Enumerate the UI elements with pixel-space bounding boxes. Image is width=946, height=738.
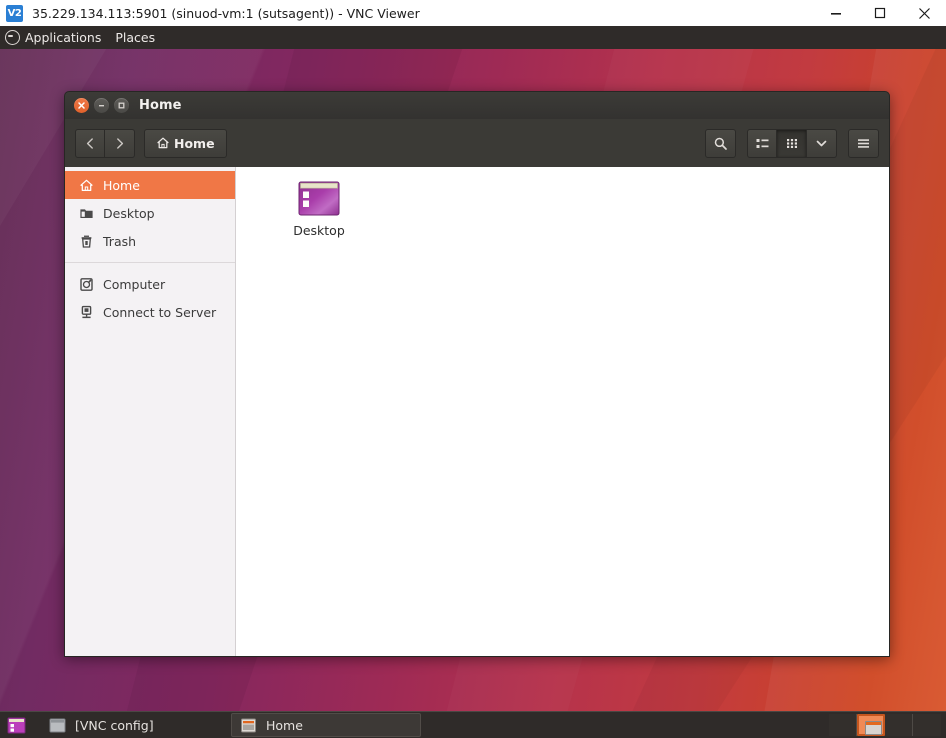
back-button[interactable] [75, 128, 105, 158]
view-options-button[interactable] [807, 128, 837, 158]
window-icon [49, 718, 66, 733]
desktop-folder-icon [297, 181, 341, 217]
sidebar-item-label: Trash [103, 233, 137, 249]
file-manager-titlebar: Home [64, 91, 890, 119]
vnc-viewer-title: 35.229.134.113:5901 (sinuod-vm:1 (sutsag… [32, 5, 420, 21]
list-view-icon [756, 138, 768, 148]
maximize-button[interactable] [858, 0, 902, 26]
vnc-viewer-window: V2 35.229.134.113:5901 (sinuod-vm:1 (sut… [0, 0, 946, 738]
task-button-label: [VNC config] [75, 717, 154, 733]
sidebar: Home Desktop Trash Computer Connect to S… [65, 167, 236, 656]
bottom-panel: [VNC config] Home [0, 711, 946, 738]
sidebar-item-label: Computer [103, 276, 166, 292]
main-menu-button[interactable] [848, 128, 879, 158]
view-mode-buttons [747, 128, 837, 158]
sidebar-item-connect-to-server[interactable]: Connect to Server [65, 298, 235, 326]
home-icon [157, 137, 169, 149]
workspace-4[interactable] [913, 714, 941, 736]
file-manager-icon [240, 718, 257, 733]
file-manager-window: Home Home Home Desktop Trash Computer Co… [64, 91, 890, 657]
minimize-icon [831, 13, 841, 15]
sidebar-divider [65, 262, 235, 263]
show-desktop-icon [7, 717, 25, 733]
breadcrumb-home-label: Home [174, 135, 215, 151]
breadcrumb-home-button[interactable]: Home [144, 128, 227, 158]
sidebar-item-label: Home [103, 177, 140, 193]
vnc-logo-icon: V2 [6, 4, 23, 22]
maximize-icon [118, 102, 125, 109]
grid-view-button[interactable] [777, 128, 807, 158]
close-icon [78, 102, 85, 109]
maximize-icon [874, 7, 886, 19]
top-panel: Applications Places [0, 26, 946, 49]
computer-icon [78, 276, 94, 292]
grid-view-icon [786, 138, 797, 148]
close-icon [918, 7, 930, 19]
search-icon [714, 137, 727, 150]
sidebar-item-home[interactable]: Home [65, 171, 235, 199]
places-menu-label: Places [115, 30, 156, 45]
forward-button[interactable] [105, 128, 135, 158]
workspace-3[interactable] [885, 714, 913, 736]
back-icon [86, 137, 93, 149]
window-close-button[interactable] [74, 98, 89, 113]
task-button-vnc-config[interactable]: [VNC config] [41, 713, 231, 737]
window-maximize-button[interactable] [114, 98, 129, 113]
task-list: [VNC config] Home [41, 712, 829, 738]
task-button-home[interactable]: Home [231, 713, 421, 737]
server-icon [78, 304, 94, 320]
hamburger-menu-icon [858, 138, 869, 148]
workspace-switcher [829, 714, 941, 736]
file-manager-body: Home Desktop Trash Computer Connect to S… [64, 167, 890, 657]
sidebar-item-label: Connect to Server [103, 304, 217, 320]
file-list-area[interactable]: Desktop [236, 167, 889, 656]
workspace-1[interactable] [829, 714, 857, 736]
minimize-icon [99, 105, 104, 107]
task-button-label: Home [266, 717, 303, 733]
workspace-2[interactable] [857, 714, 885, 736]
search-button[interactable] [705, 128, 736, 158]
sidebar-item-computer[interactable]: Computer [65, 270, 235, 298]
sidebar-item-label: Desktop [103, 205, 155, 221]
vnc-window-controls [814, 0, 946, 26]
file-item-label: Desktop [293, 223, 345, 238]
toolbar-right-group [705, 128, 879, 158]
home-icon [78, 177, 94, 193]
vnc-viewer-titlebar: V2 35.229.134.113:5901 (sinuod-vm:1 (sut… [0, 0, 946, 27]
show-desktop-button[interactable] [5, 716, 27, 735]
folder-icon [78, 205, 94, 221]
window-minimize-button[interactable] [94, 98, 109, 113]
list-view-button[interactable] [747, 128, 777, 158]
places-menu[interactable]: Places [108, 26, 162, 49]
applications-menu[interactable]: Applications [0, 26, 108, 49]
chevron-down-icon [816, 140, 827, 146]
minimize-button[interactable] [814, 0, 858, 26]
trash-icon [78, 233, 94, 249]
applications-menu-icon [5, 30, 20, 45]
close-button[interactable] [902, 0, 946, 26]
file-item-desktop[interactable]: Desktop [276, 181, 362, 238]
sidebar-item-desktop[interactable]: Desktop [65, 199, 235, 227]
ubuntu-desktop: Applications Places Home Home Home Deskt… [0, 26, 946, 738]
navigation-buttons [75, 128, 135, 158]
applications-menu-label: Applications [25, 30, 102, 45]
file-manager-toolbar: Home [64, 119, 890, 167]
workspace-window-thumbnail [865, 721, 882, 735]
file-manager-title: Home [139, 98, 182, 113]
sidebar-item-trash[interactable]: Trash [65, 227, 235, 255]
forward-icon [117, 137, 124, 149]
